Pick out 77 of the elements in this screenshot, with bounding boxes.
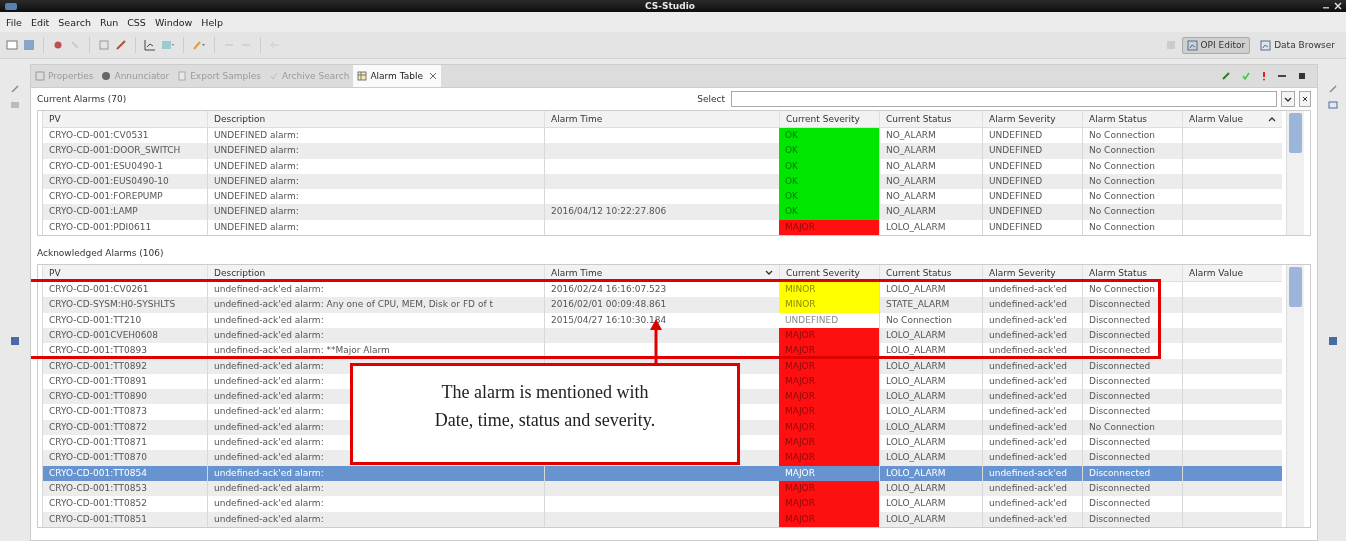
table-cell: UNDEFINED bbox=[982, 204, 1082, 220]
table-cell: CRYO-CD-001:TT0892 bbox=[42, 358, 207, 374]
table-cell: LOLO_ALARM bbox=[879, 450, 982, 466]
select-label: Select bbox=[697, 94, 725, 104]
table-cell: undefined-ack'ed bbox=[982, 496, 1082, 512]
window-title: CS-Studio bbox=[644, 0, 696, 12]
table-cell: CRYO-CD-001:TT210 bbox=[42, 312, 207, 328]
severity-cell: MAJOR bbox=[779, 450, 879, 466]
table-cell: NO_ALARM bbox=[879, 204, 982, 220]
table-cell: LOLO_ALARM bbox=[879, 358, 982, 374]
severity-cell: OK bbox=[779, 143, 879, 159]
table-cell: Disconnected bbox=[1082, 465, 1182, 481]
table-cell: CRYO-CD-001:ESU0490-1 bbox=[42, 158, 207, 174]
severity-cell: MINOR bbox=[779, 282, 879, 298]
table-cell: CRYO-CD-001:DOOR_SWITCH bbox=[42, 143, 207, 159]
table-cell: undefined-ack'ed alarm: bbox=[207, 511, 544, 527]
table-cell: undefined-ack'ed alarm: bbox=[207, 312, 544, 328]
table-cell: Disconnected bbox=[1082, 358, 1182, 374]
table-cell: undefined-ack'ed bbox=[982, 312, 1082, 328]
table-cell: undefined-ack'ed alarm: **Major Alarm bbox=[207, 343, 544, 359]
table-cell: UNDEFINED bbox=[982, 143, 1082, 159]
severity-cell: MAJOR bbox=[779, 389, 879, 405]
table-cell: undefined-ack'ed alarm: Any one of CPU, MEM, Disk or FD of t bbox=[207, 297, 544, 313]
table-cell: Disconnected bbox=[1082, 297, 1182, 313]
section-title: Current Alarms (70) bbox=[37, 94, 127, 104]
severity-cell: MAJOR bbox=[779, 496, 879, 512]
table-cell: No Connection bbox=[879, 312, 982, 328]
table-cell: LOLO_ALARM bbox=[879, 496, 982, 512]
table-cell: No Connection bbox=[1082, 143, 1182, 159]
table-cell: CRYO-CD-001:TT0893 bbox=[42, 343, 207, 359]
table-cell: No Connection bbox=[1082, 158, 1182, 174]
table-cell: CRYO-CD-001:TT0852 bbox=[42, 496, 207, 512]
table-cell: undefined-ack'ed alarm: bbox=[207, 496, 544, 512]
table-cell: No Connection bbox=[1082, 204, 1182, 220]
table-cell: UNDEFINED bbox=[982, 219, 1082, 236]
section-title: Acknowledged Alarms (106) bbox=[37, 248, 164, 259]
table-cell: UNDEFINED alarm: bbox=[207, 204, 544, 220]
table-cell: undefined-ack'ed bbox=[982, 465, 1082, 481]
table-cell: Disconnected bbox=[1082, 343, 1182, 359]
table-cell: CRYO-CD-001:LAMP bbox=[42, 204, 207, 220]
table-cell: No Connection bbox=[1082, 219, 1182, 236]
table-cell: UNDEFINED alarm: bbox=[207, 219, 544, 236]
table-cell: Disconnected bbox=[1082, 496, 1182, 512]
table-cell: Disconnected bbox=[1082, 450, 1182, 466]
table-cell: undefined-ack'ed bbox=[982, 297, 1082, 313]
table-cell: LOLO_ALARM bbox=[879, 404, 982, 420]
severity-cell: MAJOR bbox=[779, 435, 879, 451]
table-cell: CRYO-CD-001:PDI0611 bbox=[42, 219, 207, 236]
table-cell: CRYO-CD-001:TT0870 bbox=[42, 450, 207, 466]
table-cell: STATE_ALARM bbox=[879, 297, 982, 313]
table-cell: LOLO_ALARM bbox=[879, 511, 982, 527]
table-cell: UNDEFINED alarm: bbox=[207, 143, 544, 159]
table-cell: CRYO-CD-SYSM:H0-SYSHLTS bbox=[42, 297, 207, 313]
table-cell: Disconnected bbox=[1082, 404, 1182, 420]
table-cell: Disconnected bbox=[1082, 511, 1182, 527]
table-cell: UNDEFINED alarm: bbox=[207, 158, 544, 174]
table-cell: Disconnected bbox=[1082, 312, 1182, 328]
table-cell: LOLO_ALARM bbox=[879, 219, 982, 236]
severity-cell: OK bbox=[779, 189, 879, 205]
severity-cell: OK bbox=[779, 204, 879, 220]
table-cell: CRYO-CD-001:TT0854 bbox=[42, 465, 207, 481]
table-cell: NO_ALARM bbox=[879, 143, 982, 159]
severity-cell: MAJOR bbox=[779, 404, 879, 420]
table-cell: LOLO_ALARM bbox=[879, 465, 982, 481]
table-cell: LOLO_ALARM bbox=[879, 343, 982, 359]
severity-cell: MINOR bbox=[779, 297, 879, 313]
callout-tooltip: The alarm is mentioned with Date, time, status and severity. bbox=[350, 363, 740, 466]
table-cell: CRYO-CD-001:TT0873 bbox=[42, 404, 207, 420]
table-cell: undefined-ack'ed bbox=[982, 450, 1082, 466]
table-cell: undefined-ack'ed bbox=[982, 343, 1082, 359]
table-cell: NO_ALARM bbox=[879, 158, 982, 174]
table-cell: undefined-ack'ed bbox=[982, 358, 1082, 374]
severity-cell: OK bbox=[779, 128, 879, 144]
table-cell: UNDEFINED bbox=[982, 158, 1082, 174]
table-cell: undefined-ack'ed bbox=[982, 511, 1082, 527]
table-cell: CRYO-CD-001:TT0851 bbox=[42, 511, 207, 527]
table-cell: undefined-ack'ed bbox=[982, 404, 1082, 420]
